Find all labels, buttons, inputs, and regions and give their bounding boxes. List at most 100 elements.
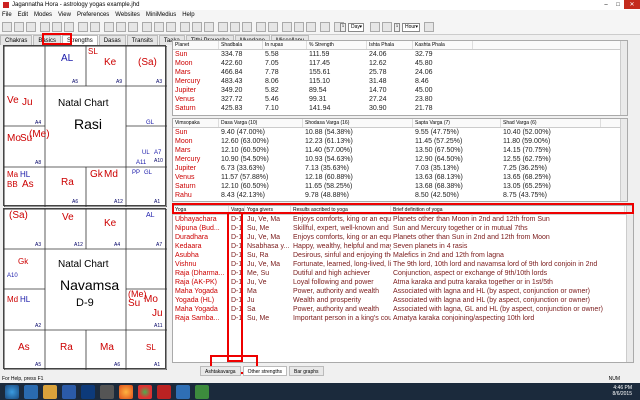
column-header[interactable]: Results ascribed to yoga <box>291 206 391 214</box>
settings-icon[interactable] <box>90 22 100 32</box>
table-row[interactable]: Mercury 483.43 8.06 115.10 31.48 8.46 <box>173 77 627 86</box>
table-row[interactable]: Mercury 10.90 (54.50%) 10.93 (54.63%) 12.90… <box>173 155 627 164</box>
open-file-icon[interactable] <box>14 22 24 32</box>
save-icon[interactable] <box>26 22 36 32</box>
menu-modes[interactable]: Modes <box>34 12 52 18</box>
menu-edit[interactable]: Edit <box>18 12 28 18</box>
tab-bar-graphs[interactable]: Bar graphs <box>289 366 324 376</box>
table-row[interactable]: Maha Yogada D-1 Ma Power, authority and wea… <box>173 287 633 296</box>
scrollbar[interactable] <box>626 206 633 362</box>
tab-strengths[interactable]: Strengths <box>62 35 98 45</box>
menu-help[interactable]: Help <box>182 12 194 18</box>
column-header[interactable]: Vimsopaka <box>173 119 219 127</box>
table-row[interactable]: Maha Yogada D-1 Sa Power, authority and wea… <box>173 305 633 314</box>
refresh-icon[interactable] <box>294 22 304 32</box>
table-row[interactable]: Sun 334.78 5.58 111.59 24.06 32.79 <box>173 50 627 59</box>
house-icon[interactable] <box>180 22 190 32</box>
rasi-chart[interactable]: AL SL Ke (Sa) Ve Ju Mo Su (Me) GL UL A7 … <box>3 45 167 207</box>
tab-dasas[interactable]: Dasas <box>98 35 126 45</box>
column-header[interactable]: Ishta Phala <box>367 41 413 49</box>
clock-icon[interactable] <box>154 22 164 32</box>
column-header[interactable]: Shad Varga (6) <box>501 119 601 127</box>
wheel-icon[interactable] <box>116 22 126 32</box>
info-icon[interactable] <box>256 22 266 32</box>
table-row[interactable]: Mars 12.10 (60.50%) 11.40 (57.00%) 13.50 (6… <box>173 146 627 155</box>
table-row[interactable]: Moon 422.60 7.05 117.45 12.62 45.80 <box>173 59 627 68</box>
step-icon[interactable] <box>424 22 434 32</box>
table-row[interactable]: Mars 466.84 7.78 155.61 25.78 24.06 <box>173 68 627 77</box>
tab-ashtakavarga[interactable]: Ashtakavarga <box>200 366 241 376</box>
tab-transits[interactable]: Transits <box>126 35 158 45</box>
scrollbar[interactable] <box>620 119 627 201</box>
app-icon[interactable] <box>100 384 114 399</box>
hour-select[interactable]: Hour ▾ <box>402 23 420 32</box>
print-icon[interactable] <box>78 22 88 32</box>
table-row[interactable]: Kedaara D-1 Nsabhasa y... Happy, wealthy, h… <box>173 242 633 251</box>
backward-icon[interactable] <box>382 22 392 32</box>
column-header[interactable]: In rupas <box>263 41 307 49</box>
graph-icon[interactable] <box>230 22 240 32</box>
menu-websites[interactable]: Websites <box>115 12 140 18</box>
maximize-icon[interactable]: □ <box>612 0 624 9</box>
folder-icon[interactable] <box>43 384 57 399</box>
star-icon[interactable] <box>166 22 176 32</box>
chrome-icon[interactable] <box>138 384 152 399</box>
column-header[interactable]: Shodasa Varga (16) <box>303 119 413 127</box>
new-file-icon[interactable] <box>2 22 12 32</box>
grid-icon[interactable] <box>242 22 252 32</box>
undo-icon[interactable] <box>306 22 316 32</box>
column-header[interactable]: Varga <box>229 206 245 214</box>
table-row[interactable]: Venus 327.72 5.46 99.31 27.24 23.80 <box>173 95 627 104</box>
table-row[interactable]: Raja (AK-PK) D-1 Ju, Ve Loyal following and… <box>173 278 633 287</box>
table-row[interactable]: Jupiter 349.20 5.82 89.54 14.70 45.00 <box>173 86 627 95</box>
column-header[interactable]: Planet <box>173 41 219 49</box>
table-row[interactable]: Asubha D-1 Su, Ra Desirous, sinful and enjo… <box>173 251 633 260</box>
table-row[interactable]: Duradhara D-1 Ju, Ve, Ma Enjoys comforts, k… <box>173 233 633 242</box>
moon-icon[interactable] <box>204 22 214 32</box>
excel-icon[interactable] <box>195 384 209 399</box>
table-row[interactable]: Venus 11.57 (57.88%) 12.18 (60.88%) 13.63 (… <box>173 173 627 182</box>
spin-one[interactable]: 1 <box>340 23 346 32</box>
table-row[interactable]: Saturn 12.10 (60.50%) 11.65 (58.25%) 13.68 … <box>173 182 627 191</box>
person-icon[interactable] <box>128 22 138 32</box>
help-icon[interactable] <box>268 22 278 32</box>
column-header[interactable]: Yoga givers <box>245 206 291 214</box>
word-icon[interactable] <box>62 384 76 399</box>
table-row[interactable]: Moon 12.60 (63.00%) 12.23 (61.13%) 11.45 (5… <box>173 137 627 146</box>
explorer-icon[interactable] <box>24 384 38 399</box>
column-header[interactable]: % Strength <box>307 41 367 49</box>
calendar-icon[interactable] <box>142 22 152 32</box>
forward-icon[interactable] <box>370 22 380 32</box>
table-row[interactable]: Saturn 425.83 7.10 141.94 30.90 21.78 <box>173 104 627 113</box>
column-header[interactable]: Shadbala <box>219 41 263 49</box>
media-icon[interactable] <box>176 384 190 399</box>
zoom-icon[interactable] <box>282 22 292 32</box>
spin-two[interactable]: 1 <box>394 23 400 32</box>
tab-chakras[interactable]: Chakras <box>0 35 33 45</box>
table-row[interactable]: Sun 9.40 (47.00%) 10.88 (54.38%) 9.55 (47.7… <box>173 128 627 137</box>
column-header[interactable]: Dasa Varga (10) <box>219 119 303 127</box>
table-row[interactable]: Jupiter 6.73 (33.63%) 7.13 (35.63%) 7.03 (3… <box>173 164 627 173</box>
globe-icon[interactable] <box>192 22 202 32</box>
menu-file[interactable]: File <box>2 12 12 18</box>
tab-basics[interactable]: Basics <box>33 35 62 45</box>
menu-view[interactable]: View <box>58 12 71 18</box>
table-row[interactable]: Nipuna (Bud... D-1 Su, Me Skillful, expert,… <box>173 224 633 233</box>
redo-icon[interactable] <box>320 22 330 32</box>
column-header[interactable]: Sapta Varga (7) <box>413 119 501 127</box>
jhora-icon[interactable] <box>157 384 171 399</box>
menu-preferences[interactable]: Preferences <box>77 12 109 18</box>
cut-icon[interactable] <box>40 22 50 32</box>
table-row[interactable]: Yogada (HL) D-1 Ju Wealth and prosperity Ass… <box>173 296 633 305</box>
close-icon[interactable]: ✕ <box>624 0 640 9</box>
firefox-icon[interactable] <box>119 384 133 399</box>
menu-minimedius[interactable]: MiniMedius <box>146 12 176 18</box>
table-row[interactable]: Raja Samba... D-1 Su, Me Important person i… <box>173 314 633 323</box>
minimize-icon[interactable]: – <box>600 0 612 9</box>
copy-icon[interactable] <box>52 22 62 32</box>
tab-other-strengths[interactable]: Other strengths <box>242 366 288 376</box>
column-header[interactable]: Yoga <box>173 206 229 214</box>
table-row[interactable]: Vishnu D-1 Ju, Ve, Ma Fortunate, learned, l… <box>173 260 633 269</box>
column-header[interactable]: Kashta Phala <box>413 41 473 49</box>
table-row[interactable]: Ubhayachara D-1 Ju, Ve, Ma Enjoys comforts,… <box>173 215 633 224</box>
